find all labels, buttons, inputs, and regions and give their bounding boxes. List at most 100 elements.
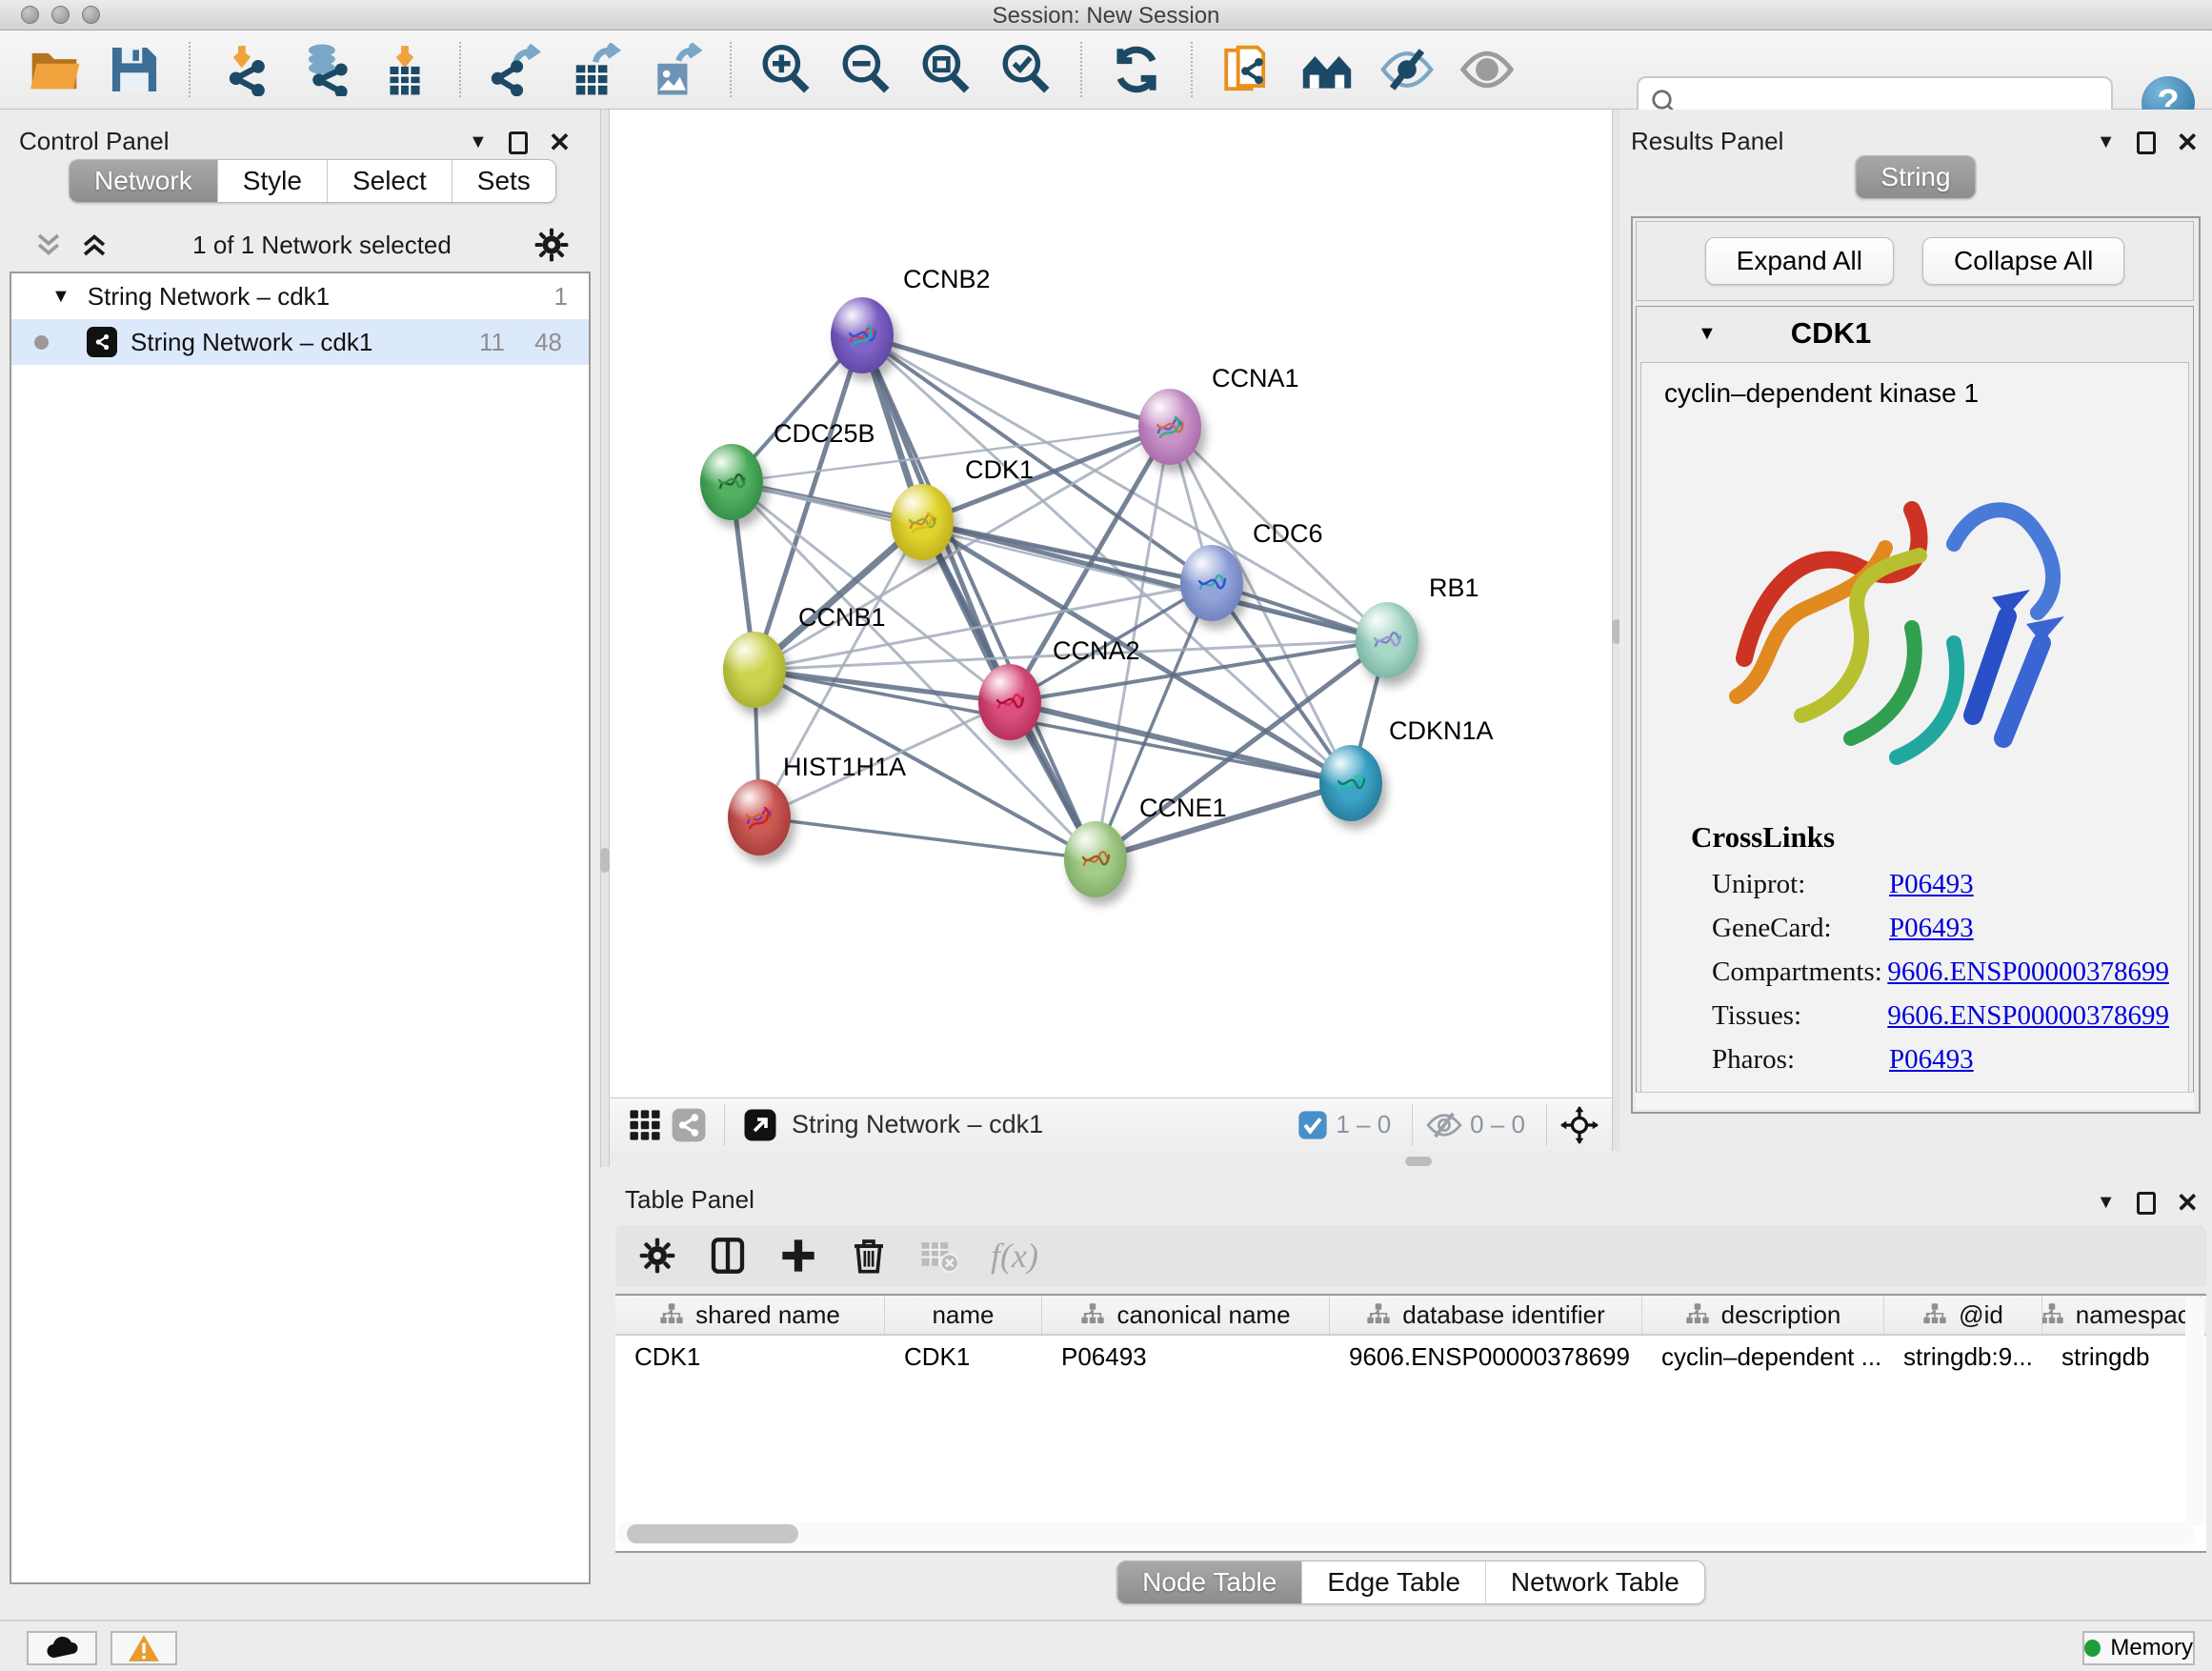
splitter-handle[interactable] xyxy=(600,848,610,873)
open-session-button[interactable] xyxy=(27,42,82,97)
tab-node-table[interactable]: Node Table xyxy=(1117,1561,1302,1603)
memory-button[interactable]: Memory xyxy=(2082,1631,2195,1665)
control-panel-float-button[interactable] xyxy=(509,131,528,154)
collection-disclosure-caret[interactable]: ▼ xyxy=(51,286,70,308)
table-panel-close-button[interactable]: ✕ xyxy=(2177,1187,2199,1218)
tab-network[interactable]: Network xyxy=(70,160,218,202)
collapse-all-chevrons-icon[interactable] xyxy=(78,231,111,259)
birds-eye-crosshair-icon[interactable] xyxy=(1560,1106,1599,1144)
save-session-button[interactable] xyxy=(107,42,162,97)
network-node-CCNA2[interactable] xyxy=(978,664,1041,740)
network-node-CDKN1A[interactable] xyxy=(1319,745,1382,821)
collapse-all-button[interactable]: Collapse All xyxy=(1922,237,2124,285)
clone-network-button[interactable] xyxy=(1219,42,1275,97)
network-edge-CCNB1-CCNA2[interactable] xyxy=(754,670,1010,702)
column-header-name[interactable]: name xyxy=(885,1296,1042,1334)
table-row[interactable]: CDK1CDK1P064939606.ENSP00000378699cyclin… xyxy=(615,1336,2206,1378)
show-columns-button[interactable] xyxy=(709,1237,747,1275)
network-row[interactable]: String Network – cdk1 11 48 xyxy=(11,319,589,365)
table-cell: cyclin–dependent ... xyxy=(1642,1336,1884,1378)
open-in-window-button[interactable] xyxy=(738,1103,782,1147)
apply-function-button[interactable]: f(x) xyxy=(991,1236,1038,1276)
network-node-CCNE1[interactable] xyxy=(1064,821,1127,897)
network-node-CCNB2[interactable] xyxy=(831,297,894,373)
export-image-button[interactable] xyxy=(648,42,703,97)
table-panel-menu-caret[interactable]: ▼ xyxy=(2097,1192,2116,1214)
delete-table-button[interactable] xyxy=(920,1237,958,1275)
network-node-CDK1[interactable] xyxy=(891,484,954,560)
expand-all-chevrons-icon[interactable] xyxy=(32,231,65,259)
selected-counts: 1 – 0 xyxy=(1336,1110,1391,1139)
splitter-handle[interactable] xyxy=(1405,1157,1432,1166)
network-node-CCNB1[interactable] xyxy=(723,632,786,708)
network-edge-CCNA2-CDKN1A[interactable] xyxy=(1010,702,1351,783)
tab-select[interactable]: Select xyxy=(328,160,452,202)
delete-column-button[interactable] xyxy=(850,1237,888,1275)
collection-count: 1 xyxy=(554,282,568,312)
network-edge-CCNE1-HIST1H1A[interactable] xyxy=(759,817,1096,859)
table-vertical-scrollbar[interactable] xyxy=(2185,1298,2204,1526)
node-label-RB1: RB1 xyxy=(1429,574,1479,603)
left-splitter[interactable] xyxy=(600,110,610,1167)
tab-sets[interactable]: Sets xyxy=(452,160,555,202)
results-tab-string[interactable]: String xyxy=(1856,156,1975,198)
column-header-canonical-name[interactable]: canonical name xyxy=(1042,1296,1330,1334)
cloud-button[interactable] xyxy=(27,1631,97,1665)
column-header-namespace[interactable]: namespace xyxy=(2042,1296,2202,1334)
control-panel-close-button[interactable]: ✕ xyxy=(549,127,571,158)
network-node-HIST1H1A[interactable] xyxy=(728,779,791,856)
results-panel-float-button[interactable] xyxy=(2137,131,2156,154)
zoom-in-button[interactable] xyxy=(758,42,814,97)
control-panel-menu-caret[interactable]: ▼ xyxy=(469,131,488,153)
expand-all-button[interactable]: Expand All xyxy=(1705,237,1894,285)
export-network-button[interactable] xyxy=(488,42,543,97)
table-panel-splitter[interactable] xyxy=(610,1151,2212,1181)
column-header-description[interactable]: description xyxy=(1642,1296,1884,1334)
gene-section-header[interactable]: ▼ CDK1 xyxy=(1637,307,2193,360)
selected-checkbox-icon[interactable] xyxy=(1297,1110,1328,1140)
zoom-out-button[interactable] xyxy=(838,42,894,97)
crosslink-value-link[interactable]: 9606.ENSP00000378699 xyxy=(1887,1000,2169,1032)
grid-view-button[interactable] xyxy=(623,1103,667,1147)
table-panel-float-button[interactable] xyxy=(2137,1192,2156,1215)
table-settings-button[interactable] xyxy=(638,1237,676,1275)
warning-button[interactable] xyxy=(111,1631,177,1665)
hide-selected-button[interactable] xyxy=(1379,42,1435,97)
export-table-button[interactable] xyxy=(568,42,623,97)
zoom-selected-button[interactable] xyxy=(998,42,1054,97)
results-scroll-strip[interactable] xyxy=(1636,1092,2194,1109)
crosslink-value-link[interactable]: 9606.ENSP00000378699 xyxy=(1887,956,2169,988)
tab-network-table[interactable]: Network Table xyxy=(1486,1561,1704,1603)
home-button[interactable] xyxy=(1299,42,1355,97)
tab-edge-table[interactable]: Edge Table xyxy=(1302,1561,1486,1603)
add-column-button[interactable] xyxy=(779,1237,817,1275)
gene-disclosure-caret[interactable]: ▼ xyxy=(1698,323,1717,345)
string-view-button[interactable] xyxy=(667,1103,711,1147)
crosslink-value-link[interactable]: P06493 xyxy=(1889,1044,1974,1076)
network-collection-row[interactable]: ▼ String Network – cdk1 1 xyxy=(11,273,589,319)
import-network-file-button[interactable] xyxy=(217,42,272,97)
crosslink-value-link[interactable]: P06493 xyxy=(1889,913,1974,944)
network-edge-CCNB2-RB1[interactable] xyxy=(862,335,1387,640)
column-header-database-identifier[interactable]: database identifier xyxy=(1330,1296,1642,1334)
tab-style[interactable]: Style xyxy=(218,160,328,202)
scrollbar-thumb[interactable] xyxy=(627,1524,798,1543)
network-node-RB1[interactable] xyxy=(1356,602,1418,678)
network-view-canvas[interactable]: CCNB2CCNA1CDC25BCDK1CDC6RB1CCNB1CCNA2CDK… xyxy=(610,110,1612,1097)
import-network-database-button[interactable] xyxy=(297,42,352,97)
show-all-button[interactable] xyxy=(1459,42,1515,97)
gear-icon[interactable] xyxy=(533,227,570,263)
network-node-CDC6[interactable] xyxy=(1180,545,1243,621)
table-horizontal-scrollbar[interactable] xyxy=(617,1522,2195,1545)
crosslink-value-link[interactable]: P06493 xyxy=(1889,869,1974,900)
refresh-layout-button[interactable] xyxy=(1109,42,1164,97)
network-node-CDC25B[interactable] xyxy=(700,444,763,520)
column-header-shared-name[interactable]: shared name xyxy=(615,1296,885,1334)
column-header-@id[interactable]: @id xyxy=(1884,1296,2042,1334)
zoom-fit-button[interactable] xyxy=(918,42,974,97)
network-edge-CCNB2-CCNA1[interactable] xyxy=(862,335,1170,427)
results-panel-menu-caret[interactable]: ▼ xyxy=(2097,131,2116,153)
network-node-CCNA1[interactable] xyxy=(1138,389,1201,465)
results-panel-close-button[interactable]: ✕ xyxy=(2177,127,2199,158)
import-table-button[interactable] xyxy=(377,42,432,97)
